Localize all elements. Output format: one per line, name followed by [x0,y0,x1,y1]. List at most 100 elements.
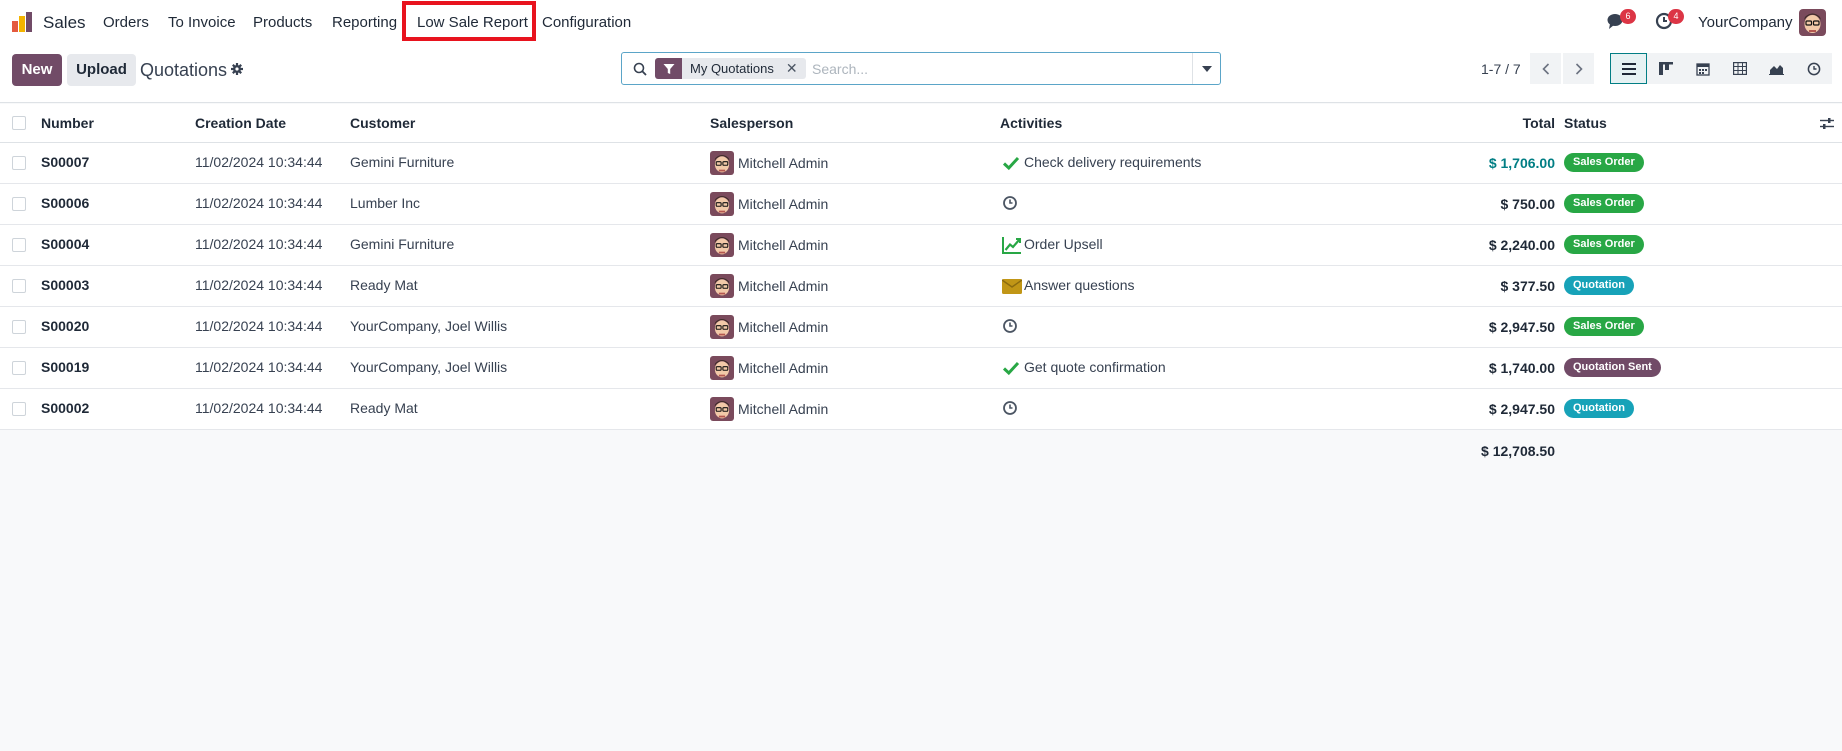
salesperson: Mitchell Admin [738,360,829,376]
row-checkbox[interactable] [12,156,26,170]
row-total: $ 2,240.00 [1488,237,1555,253]
area-chart-icon [1769,64,1784,75]
search-bar: My Quotations ✕ [621,52,1221,85]
header-number[interactable]: Number [41,115,94,131]
search-icon [633,62,647,76]
app-name[interactable]: Sales [43,13,86,33]
chart-line-icon[interactable] [1002,236,1021,254]
header-customer[interactable]: Customer [350,115,415,131]
table-row[interactable]: S00002 11/02/2024 10:34:44 Ready Mat Mitche… [0,389,1842,430]
search-input[interactable] [812,59,1192,79]
salesperson-avatar [710,397,734,421]
row-total: $ 750.00 [1500,196,1556,212]
status-badge: Sales Order [1564,317,1644,336]
messages-badge: 6 [1620,9,1636,24]
header-activities[interactable]: Activities [1000,115,1062,131]
kanban-view-button[interactable] [1647,53,1684,84]
menu-configuration[interactable]: Configuration [542,14,631,31]
filter-icon [655,58,682,79]
check-icon[interactable] [1002,359,1020,377]
company-switcher[interactable]: YourCompany [1698,14,1793,31]
gear-icon[interactable] [231,63,243,75]
table-row[interactable]: S00003 11/02/2024 10:34:44 Ready Mat Mitche… [0,266,1842,307]
activity-summary: Answer questions [1024,277,1135,293]
top-navbar: Sales Orders To Invoice Products Reporti… [0,0,1842,45]
clock-icon[interactable] [1002,195,1020,213]
status-badge: Sales Order [1564,153,1644,172]
salesperson-avatar [710,356,734,380]
salesperson: Mitchell Admin [738,319,829,335]
table-row[interactable]: S00020 11/02/2024 10:34:44 YourCompany, Jo… [0,307,1842,348]
customer: Lumber Inc [350,195,421,211]
select-all-checkbox[interactable] [12,116,26,130]
upload-button[interactable]: Upload [67,54,136,86]
order-number: S00003 [41,277,90,293]
activity-summary: Check delivery requirements [1024,154,1202,170]
salesperson-avatar [710,315,734,339]
salesperson: Mitchell Admin [738,196,829,212]
status-badge: Quotation Sent [1564,358,1661,377]
row-checkbox[interactable] [12,361,26,375]
pivot-view-button[interactable] [1721,53,1758,84]
table-row[interactable]: S00019 11/02/2024 10:34:44 YourCompany, Jo… [0,348,1842,389]
activity-summary: Get quote confirmation [1024,359,1166,375]
user-avatar[interactable] [1799,9,1826,36]
customer: Ready Mat [350,400,418,416]
salesperson-avatar [710,151,734,175]
salesperson: Mitchell Admin [738,401,829,417]
row-checkbox[interactable] [12,279,26,293]
table-row[interactable]: S00004 11/02/2024 10:34:44 Gemini Furnitur… [0,225,1842,266]
order-number: S00002 [41,400,90,416]
menu-products[interactable]: Products [253,14,312,31]
control-panel: New Upload Quotations My Quotations ✕ Se… [0,45,1842,103]
menu-to-invoice[interactable]: To Invoice [168,14,236,31]
status-badge: Sales Order [1564,235,1644,254]
table-header: Number Creation Date Customer Salesperso… [0,104,1842,143]
sum-total: $ 12,708.50 [1481,443,1555,459]
clock-icon[interactable] [1002,400,1020,418]
close-icon[interactable]: ✕ [786,58,798,79]
graph-view-button[interactable] [1758,53,1795,84]
salesperson-avatar [710,233,734,257]
row-checkbox[interactable] [12,402,26,416]
row-total: $ 1,706.00 [1488,155,1555,171]
pager-previous-button[interactable] [1530,53,1561,84]
header-total[interactable]: Total [1523,115,1555,131]
table-row[interactable]: S00007 11/02/2024 10:34:44 Gemini Furnitur… [0,143,1842,184]
user-avatar-icon [1799,9,1826,36]
pager-next-button[interactable] [1563,53,1594,84]
header-status[interactable]: Status [1564,115,1607,131]
menu-reporting[interactable]: Reporting [332,14,397,31]
sales-app-icon[interactable] [11,11,33,33]
row-checkbox[interactable] [12,197,26,211]
status-badge: Sales Order [1564,194,1644,213]
caret-down-icon [1201,65,1212,72]
menu-orders[interactable]: Orders [103,14,149,31]
header-salesperson[interactable]: Salesperson [710,115,793,131]
clock-icon[interactable] [1002,318,1020,336]
check-icon[interactable] [1002,154,1020,172]
optional-columns-icon[interactable] [1820,117,1834,130]
salesperson-avatar [710,192,734,216]
kanban-icon [1658,62,1673,75]
creation-date: 11/02/2024 10:34:44 [195,195,323,211]
activity-view-button[interactable] [1795,53,1832,84]
search-options-toggle[interactable] [1192,53,1220,84]
envelope-icon[interactable] [1001,279,1023,297]
activities-button[interactable]: 4 [1655,9,1684,32]
row-total: $ 2,947.50 [1488,401,1555,417]
new-button[interactable]: New [12,54,62,86]
messages-button[interactable]: 6 [1607,9,1636,32]
order-number: S00007 [41,154,90,170]
header-creation-date[interactable]: Creation Date [195,115,286,131]
row-checkbox[interactable] [12,320,26,334]
salesperson: Mitchell Admin [738,155,829,171]
customer: Gemini Furniture [350,154,455,170]
chevron-right-icon [1575,62,1583,75]
customer: YourCompany, Joel Willis [350,359,508,375]
calendar-view-button[interactable] [1684,53,1721,84]
pager-value[interactable]: 1-7 / 7 [1481,61,1521,77]
row-checkbox[interactable] [12,238,26,252]
table-row[interactable]: S00006 11/02/2024 10:34:44 Lumber Inc Mitch… [0,184,1842,225]
list-view-button[interactable] [1610,53,1647,84]
